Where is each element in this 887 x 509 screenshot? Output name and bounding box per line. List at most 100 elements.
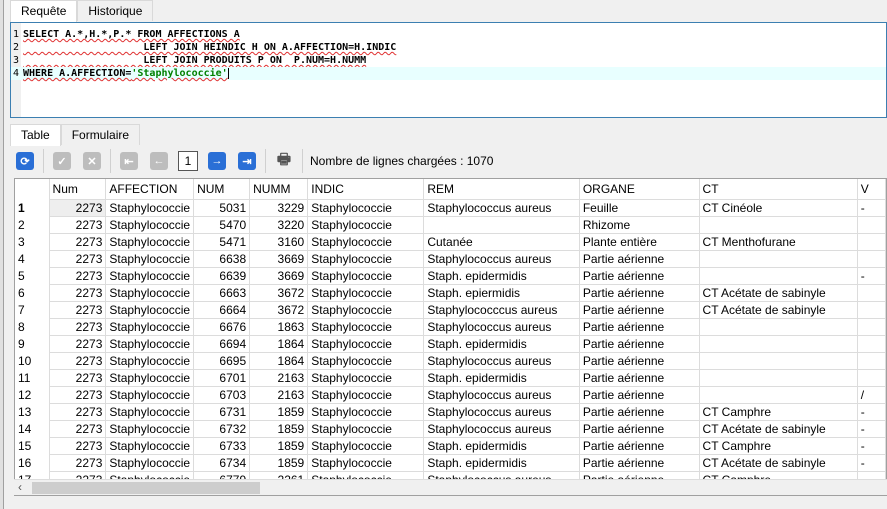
- table-cell[interactable]: Staphylococcie: [105, 232, 195, 251]
- table-cell[interactable]: 3229: [249, 198, 309, 217]
- table-cell[interactable]: [698, 368, 858, 387]
- table-cell[interactable]: CT Acétate de sabinyle: [698, 300, 858, 319]
- last-page-icon[interactable]: ⇥: [238, 152, 256, 170]
- table-cell[interactable]: [423, 215, 580, 234]
- table-cell[interactable]: 2163: [249, 385, 309, 404]
- table-cell[interactable]: 3669: [249, 266, 309, 285]
- table-row[interactable]: 11 2273 Staphylococcie 6701 2163 Staphylococc…: [15, 368, 886, 387]
- table-cell[interactable]: 2273: [48, 385, 107, 404]
- table-cell[interactable]: Partie aérienne: [578, 368, 700, 387]
- table-cell[interactable]: Staphylococcie: [307, 249, 425, 268]
- table-cell[interactable]: -: [856, 198, 886, 217]
- table-cell[interactable]: 6639: [193, 266, 251, 285]
- table-cell[interactable]: [856, 334, 886, 353]
- table-cell[interactable]: [856, 368, 886, 387]
- table-cell[interactable]: 6663: [193, 283, 251, 302]
- table-cell[interactable]: Staphylococcus aureus: [423, 317, 580, 336]
- table-cell[interactable]: Staphylococccus aureus: [423, 300, 580, 319]
- table-cell[interactable]: Staphylococcie: [307, 283, 425, 302]
- table-cell[interactable]: [698, 249, 858, 268]
- table-cell[interactable]: 2273: [48, 368, 107, 387]
- table-cell[interactable]: CT Camphre: [698, 402, 858, 421]
- refresh-icon[interactable]: ⟳: [16, 152, 34, 170]
- result-grid[interactable]: Num AFFECTION NUM NUMM INDIC REM ORGANE CT V 1 22…: [14, 178, 887, 496]
- table-cell[interactable]: 5471: [193, 232, 251, 251]
- table-cell[interactable]: Partie aérienne: [578, 419, 700, 438]
- table-cell[interactable]: [698, 334, 858, 353]
- table-row[interactable]: 2 2273 Staphylococcie 5470 3220 Staphylococci…: [15, 215, 886, 234]
- table-cell[interactable]: 3160: [249, 232, 309, 251]
- table-cell[interactable]: Staphylococcie: [105, 368, 195, 387]
- table-cell[interactable]: -: [856, 436, 886, 455]
- table-cell[interactable]: 6638: [193, 249, 251, 268]
- table-cell[interactable]: Partie aérienne: [578, 402, 700, 421]
- table-cell[interactable]: 2273: [48, 215, 107, 234]
- table-cell[interactable]: Staphylococcie: [307, 368, 425, 387]
- table-cell[interactable]: Staphylococcie: [105, 266, 195, 285]
- table-cell[interactable]: Staphylococcie: [105, 317, 195, 336]
- table-cell[interactable]: 1859: [249, 436, 309, 455]
- table-cell[interactable]: 3220: [249, 215, 309, 234]
- table-cell[interactable]: Staphylococcie: [307, 436, 425, 455]
- table-cell[interactable]: Staphylococcie: [307, 351, 425, 370]
- table-cell[interactable]: 2273: [48, 266, 107, 285]
- table-cell[interactable]: [856, 283, 886, 302]
- table-cell[interactable]: Staph. epidermidis: [423, 266, 580, 285]
- table-row[interactable]: 10 2273 Staphylococcie 6695 1864 Staphylococc…: [15, 351, 886, 370]
- table-cell[interactable]: 5031: [193, 198, 251, 217]
- table-cell[interactable]: Partie aérienne: [578, 300, 700, 319]
- table-cell[interactable]: [698, 266, 858, 285]
- table-cell[interactable]: 6733: [193, 436, 251, 455]
- column-header[interactable]: ORGANE: [578, 179, 700, 200]
- table-cell[interactable]: Staphylococcus aureus: [423, 351, 580, 370]
- table-row[interactable]: 14 2273 Staphylococcie 6732 1859 Staphylococc…: [15, 419, 886, 438]
- table-cell[interactable]: Staphylococcie: [307, 453, 425, 472]
- table-cell[interactable]: [856, 215, 886, 234]
- table-cell[interactable]: 2273: [48, 198, 107, 217]
- column-header[interactable]: AFFECTION: [105, 179, 195, 200]
- table-cell[interactable]: Staph. epidermidis: [423, 334, 580, 353]
- table-cell[interactable]: 3672: [249, 300, 309, 319]
- table-cell[interactable]: 6732: [193, 419, 251, 438]
- table-cell[interactable]: Staph. epidermidis: [423, 453, 580, 472]
- table-cell[interactable]: Staphylococcie: [105, 283, 195, 302]
- table-cell[interactable]: Partie aérienne: [578, 283, 700, 302]
- table-cell[interactable]: 1863: [249, 317, 309, 336]
- column-header[interactable]: NUM: [193, 179, 251, 200]
- table-cell[interactable]: Partie aérienne: [578, 385, 700, 404]
- table-row[interactable]: 8 2273 Staphylococcie 6676 1863 Staphylococci…: [15, 317, 886, 336]
- table-cell[interactable]: 1859: [249, 419, 309, 438]
- table-row[interactable]: 6 2273 Staphylococcie 6663 3672 Staphylococci…: [15, 283, 886, 302]
- table-cell[interactable]: 2273: [48, 334, 107, 353]
- table-cell[interactable]: Partie aérienne: [578, 317, 700, 336]
- table-row[interactable]: 7 2273 Staphylococcie 6664 3672 Staphylococci…: [15, 300, 886, 319]
- scroll-left-icon[interactable]: ‹: [18, 480, 22, 494]
- next-page-icon[interactable]: →: [208, 152, 226, 170]
- table-cell[interactable]: Partie aérienne: [578, 266, 700, 285]
- table-cell[interactable]: 1864: [249, 351, 309, 370]
- table-cell[interactable]: [856, 351, 886, 370]
- table-cell[interactable]: Staphylococcie: [105, 249, 195, 268]
- table-cell[interactable]: Partie aérienne: [578, 334, 700, 353]
- prev-page-icon[interactable]: ←: [150, 152, 168, 170]
- tab-historique[interactable]: Historique: [77, 0, 154, 21]
- column-header[interactable]: REM: [423, 179, 580, 200]
- table-cell[interactable]: Staphylococcie: [105, 419, 195, 438]
- table-cell[interactable]: Staphylococcus aureus: [423, 385, 580, 404]
- column-header[interactable]: V: [856, 179, 886, 200]
- table-row[interactable]: 15 2273 Staphylococcie 6733 1859 Staphylococc…: [15, 436, 886, 455]
- table-cell[interactable]: CT Camphre: [698, 436, 858, 455]
- column-header[interactable]: INDIC: [307, 179, 425, 200]
- table-cell[interactable]: Staphylococcie: [105, 300, 195, 319]
- table-row[interactable]: 13 2273 Staphylococcie 6731 1859 Staphylococc…: [15, 402, 886, 421]
- table-cell[interactable]: 2273: [48, 419, 107, 438]
- table-cell[interactable]: Partie aérienne: [578, 249, 700, 268]
- table-cell[interactable]: Staphylococcie: [307, 266, 425, 285]
- table-cell[interactable]: 6731: [193, 402, 251, 421]
- table-cell[interactable]: [856, 300, 886, 319]
- table-cell[interactable]: Plante entière: [578, 232, 700, 251]
- table-cell[interactable]: Staphylococcie: [307, 419, 425, 438]
- table-cell[interactable]: 1859: [249, 453, 309, 472]
- first-page-icon[interactable]: ⇤: [120, 152, 138, 170]
- table-row[interactable]: 16 2273 Staphylococcie 6734 1859 Staphylococc…: [15, 453, 886, 472]
